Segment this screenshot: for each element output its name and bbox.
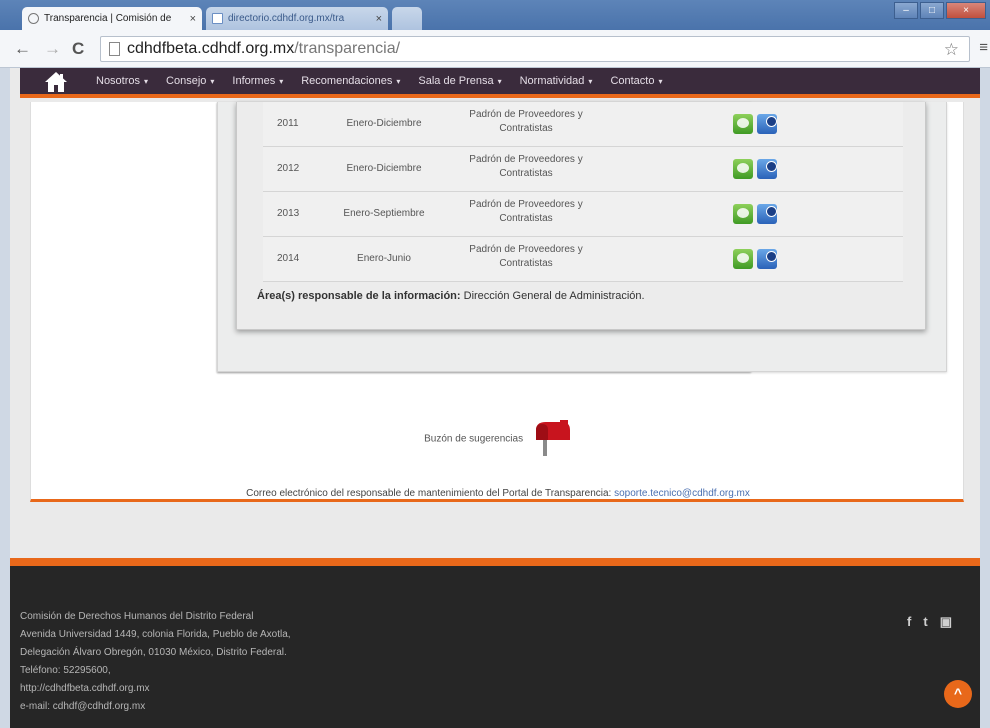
window-controls: – □ × [894, 2, 986, 19]
browser-window: Transparencia | Comisión de × directorio… [0, 0, 990, 728]
web-link-icon[interactable] [757, 159, 777, 179]
browser-toolbar: ← → C cdhdfbeta.cdhdf.org.mx/transparenc… [0, 30, 990, 68]
tab-directorio[interactable]: directorio.cdhdf.org.mx/tra × [206, 7, 388, 30]
web-link-icon[interactable] [757, 204, 777, 224]
url-domain: cdhdfbeta.cdhdf.org.mx [127, 40, 295, 57]
excel-download-icon[interactable] [733, 159, 753, 179]
suggestions-link[interactable]: Buzón de sugerencias [424, 434, 523, 445]
window-border-left [0, 68, 10, 728]
record-period: Enero-Septiembre [343, 208, 425, 219]
window-border-right [980, 68, 990, 728]
record-downloads [733, 204, 777, 224]
records-panel: 2011 Enero-Diciembre Padrón de Proveedor… [236, 102, 926, 330]
back-button[interactable]: ← [14, 39, 31, 59]
facebook-icon[interactable]: f [907, 614, 911, 630]
scroll-to-top-button[interactable]: ^ [944, 680, 972, 708]
records-panel-wrapper: 2011 Enero-Diciembre Padrón de Proveedor… [217, 102, 947, 372]
record-document: Padrón de Proveedores y Contratistas [469, 244, 583, 269]
record-downloads [733, 159, 777, 179]
close-window-button[interactable]: × [946, 2, 986, 19]
excel-download-icon[interactable] [733, 249, 753, 269]
reload-button[interactable]: C [72, 39, 84, 59]
nav-item-nosotros[interactable]: Nosotros ▾ [96, 75, 148, 87]
table-row: 2012 Enero-Diciembre Padrón de Proveedor… [263, 147, 903, 192]
caret-down-icon: ▾ [588, 77, 593, 86]
web-link-icon[interactable] [757, 249, 777, 269]
record-period: Enero-Junio [357, 253, 411, 264]
new-tab-button[interactable] [392, 7, 422, 30]
site-footer: Comisión de Derechos Humanos del Distrit… [10, 558, 980, 728]
footer-email-link[interactable]: e-mail: cdhdf@cdhdf.org.mx [20, 698, 291, 716]
record-period: Enero-Diciembre [346, 118, 422, 129]
tab-close-icon[interactable]: × [190, 13, 196, 25]
record-year: 2014 [277, 253, 300, 264]
page-icon [212, 13, 223, 24]
site-navbar: Nosotros ▾ Consejo ▾ Informes ▾ Recomendaci… [20, 68, 980, 98]
footer-line: Avenida Universidad 1449, colonia Florid… [20, 629, 291, 640]
record-document: Padrón de Proveedores y Contratistas [469, 199, 583, 224]
nav-item-consejo[interactable]: Consejo ▾ [166, 75, 214, 87]
nav-item-contacto[interactable]: Contacto ▾ [610, 75, 662, 87]
caret-down-icon: ▾ [279, 77, 284, 86]
footer-line: Delegación Álvaro Obregón, 01030 México,… [20, 647, 287, 658]
footer-line: Teléfono: 52295600, [20, 665, 111, 676]
maintenance-text: Correo electrónico del responsable de ma… [246, 488, 612, 499]
footer-line: Comisión de Derechos Humanos del Distrit… [20, 611, 254, 622]
record-period: Enero-Diciembre [346, 163, 422, 174]
record-year: 2013 [277, 208, 300, 219]
caret-down-icon: ▾ [396, 77, 401, 86]
table-row: 2011 Enero-Diciembre Padrón de Proveedor… [263, 102, 903, 147]
record-document: Padrón de Proveedores y Contratistas [469, 154, 583, 179]
forward-button[interactable]: → [44, 39, 61, 59]
caret-down-icon: ▾ [658, 77, 663, 86]
responsible-value: Dirección General de Administración. [463, 290, 645, 302]
record-year: 2011 [277, 118, 299, 129]
record-downloads [733, 114, 777, 134]
browser-menu-icon[interactable]: ≡ [979, 39, 988, 56]
youtube-icon[interactable]: ▣ [940, 614, 952, 630]
minimize-button[interactable]: – [894, 2, 918, 19]
home-icon[interactable] [44, 71, 68, 93]
bookmark-star-icon[interactable]: ☆ [944, 38, 959, 62]
caret-down-icon: ▾ [497, 77, 502, 86]
globe-icon [28, 13, 39, 24]
nav-item-normatividad[interactable]: Normatividad ▾ [520, 75, 593, 87]
mailbox-icon[interactable] [530, 420, 572, 458]
web-link-icon[interactable] [757, 114, 777, 134]
maintenance-email-link[interactable]: soporte.tecnico@cdhdf.org.mx [614, 488, 750, 499]
address-bar[interactable]: cdhdfbeta.cdhdf.org.mx/transparencia/ ☆ [100, 36, 970, 62]
nav-item-sala-de-prensa[interactable]: Sala de Prensa ▾ [418, 75, 501, 87]
tab-transparencia[interactable]: Transparencia | Comisión de × [22, 7, 202, 30]
records-table: 2011 Enero-Diciembre Padrón de Proveedor… [263, 102, 903, 282]
suggestions-row: Buzón de sugerencias [31, 420, 965, 458]
table-row: 2014 Enero-Junio Padrón de Proveedores y… [263, 237, 903, 282]
page-viewport: Nosotros ▾ Consejo ▾ Informes ▾ Recomendaci… [10, 68, 980, 728]
social-links: f t ▣ [907, 614, 952, 630]
record-document: Padrón de Proveedores y Contratistas [469, 109, 583, 134]
page-icon [109, 42, 120, 56]
tab-title: directorio.cdhdf.org.mx/tra [228, 13, 345, 24]
record-year: 2012 [277, 163, 300, 174]
record-downloads [733, 249, 777, 269]
content-card: 2011 Enero-Diciembre Padrón de Proveedor… [30, 102, 964, 502]
excel-download-icon[interactable] [733, 114, 753, 134]
maintenance-contact: Correo electrónico del responsable de ma… [31, 488, 965, 499]
footer-address: Comisión de Derechos Humanos del Distrit… [20, 608, 291, 716]
url-path: /transparencia/ [294, 40, 401, 57]
tab-title: Transparencia | Comisión de [44, 13, 172, 24]
site-nav-items: Nosotros ▾ Consejo ▾ Informes ▾ Recomendaci… [96, 68, 680, 94]
caret-down-icon: ▾ [144, 77, 149, 86]
maximize-button[interactable]: □ [920, 2, 944, 19]
tab-close-icon[interactable]: × [376, 13, 382, 25]
twitter-icon[interactable]: t [923, 614, 927, 630]
nav-item-informes[interactable]: Informes ▾ [232, 75, 283, 87]
nav-item-recomendaciones[interactable]: Recomendaciones ▾ [301, 75, 400, 87]
responsible-label: Área(s) responsable de la información: [257, 290, 461, 302]
excel-download-icon[interactable] [733, 204, 753, 224]
caret-down-icon: ▾ [210, 77, 215, 86]
footer-website-link[interactable]: http://cdhdfbeta.cdhdf.org.mx [20, 680, 291, 698]
responsible-area: Área(s) responsable de la información: D… [257, 290, 645, 302]
tab-strip: Transparencia | Comisión de × directorio… [0, 0, 990, 30]
table-row: 2013 Enero-Septiembre Padrón de Proveedo… [263, 192, 903, 237]
